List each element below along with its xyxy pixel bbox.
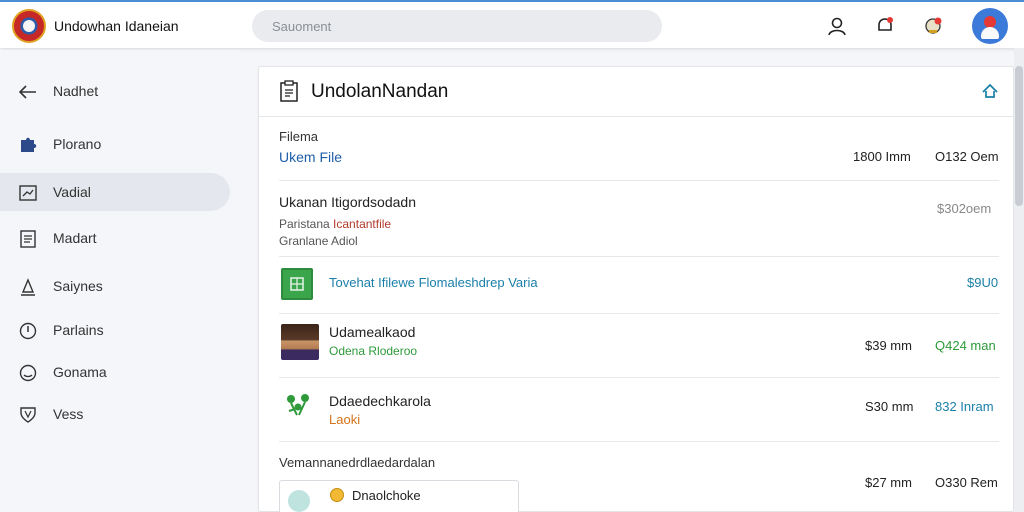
row-subtitle-prefix: Paristana: [279, 217, 330, 231]
row-size: $39 mm: [865, 338, 912, 353]
row-subtitle: Odena Rloderoo: [329, 344, 418, 358]
upload-icon[interactable]: [981, 83, 999, 104]
app-logo[interactable]: [12, 9, 46, 43]
card-title: UndolanNandan: [311, 81, 449, 102]
top-bar: Undowhan Idaneian: [0, 0, 1024, 48]
row-subtitle: Laoki: [329, 412, 361, 427]
row-amount: O330 Rem: [935, 475, 998, 490]
clipboard-icon: [279, 80, 299, 107]
sidebar: Nadhet Plorano Vadial Madart Saiynes Par…: [0, 50, 238, 512]
row-link[interactable]: Tovehat Ifilewe Flomaleshdrep Varia: [329, 275, 538, 290]
attachment-label: Dnaolchoke: [352, 488, 421, 503]
face-icon: [18, 363, 38, 383]
row-title: Vemannanedrdlaedardalan: [279, 455, 436, 470]
plant-icon: [285, 393, 313, 424]
row-subtitle-link[interactable]: Icantantfile: [333, 217, 391, 231]
sidebar-item-saiynes[interactable]: Saiynes: [0, 267, 230, 305]
row-amount: 832 Inram: [935, 399, 994, 414]
card-header: UndolanNandan: [259, 67, 1015, 117]
sidebar-item-label: Madart: [53, 230, 97, 246]
divider: [279, 180, 999, 181]
row-amount: Q424 man: [935, 338, 996, 353]
attachment-box[interactable]: Dnaolchoke: [279, 480, 519, 512]
row-title: Ddaedechkarola: [329, 393, 431, 409]
sidebar-item-vess[interactable]: Vess: [0, 395, 230, 433]
user-avatar[interactable]: [972, 8, 1008, 44]
divider: [279, 313, 999, 314]
main-card: UndolanNandan Filema Ukem File 1800 Imm …: [258, 66, 1015, 512]
spreadsheet-icon: [281, 268, 313, 300]
sidebar-item-label: Vadial: [53, 184, 91, 200]
row-label: Filema: [279, 129, 319, 144]
row-subtitle: Paristana Icantantfile: [279, 217, 391, 231]
notification-icon[interactable]: [873, 14, 897, 38]
info-icon: [18, 321, 38, 341]
sidebar-item-label: Vess: [53, 406, 84, 422]
row-amount: $302oem: [937, 201, 992, 216]
divider: [279, 377, 999, 378]
divider: [279, 441, 999, 442]
row-title: Udamealkaod: [329, 324, 416, 340]
messages-icon[interactable]: [922, 14, 946, 38]
shield-icon: [18, 405, 38, 425]
arrow-left-icon: [18, 82, 38, 102]
sidebar-item-madart[interactable]: Madart: [0, 219, 230, 257]
search-input[interactable]: [252, 10, 662, 42]
sidebar-item-label: Parlains: [53, 322, 104, 338]
row-size: 1800 Imm: [853, 149, 911, 164]
document-icon: [18, 229, 38, 249]
row-amount: O132 Oem: [935, 149, 999, 164]
sidebar-item-plorano[interactable]: Plorano: [0, 125, 230, 163]
attachment-thumb: [288, 490, 310, 512]
row-size: S30 mm: [865, 399, 914, 414]
sidebar-item-label: Nadhet: [53, 83, 99, 99]
sidebar-item-parlains[interactable]: Parlains: [0, 311, 230, 349]
sidebar-item-gonama[interactable]: Gonama: [0, 353, 230, 391]
person-icon: [18, 277, 38, 297]
scrollbar-thumb[interactable]: [1015, 66, 1023, 206]
row-amount: $9U0: [967, 275, 999, 290]
app-title: Undowhan Idaneian: [54, 18, 179, 34]
row-subtitle-2: Granlane Adiol: [279, 234, 358, 248]
puzzle-icon: [18, 135, 38, 155]
sidebar-item-nadhet[interactable]: Nadhet: [0, 72, 230, 110]
row-title: Ukanan Itigordsodadn: [279, 194, 416, 210]
emoji-icon: [330, 488, 344, 502]
sidebar-item-label: Gonama: [53, 364, 107, 380]
file-link[interactable]: Ukem File: [279, 149, 342, 165]
chart-box-icon: [18, 183, 38, 203]
divider: [279, 256, 999, 257]
person-photo: [281, 324, 319, 360]
row-size: $27 mm: [865, 475, 912, 490]
sidebar-item-vadial[interactable]: Vadial: [0, 173, 230, 211]
account-icon[interactable]: [825, 14, 849, 38]
sidebar-item-label: Plorano: [53, 136, 102, 152]
sidebar-item-label: Saiynes: [53, 278, 103, 294]
